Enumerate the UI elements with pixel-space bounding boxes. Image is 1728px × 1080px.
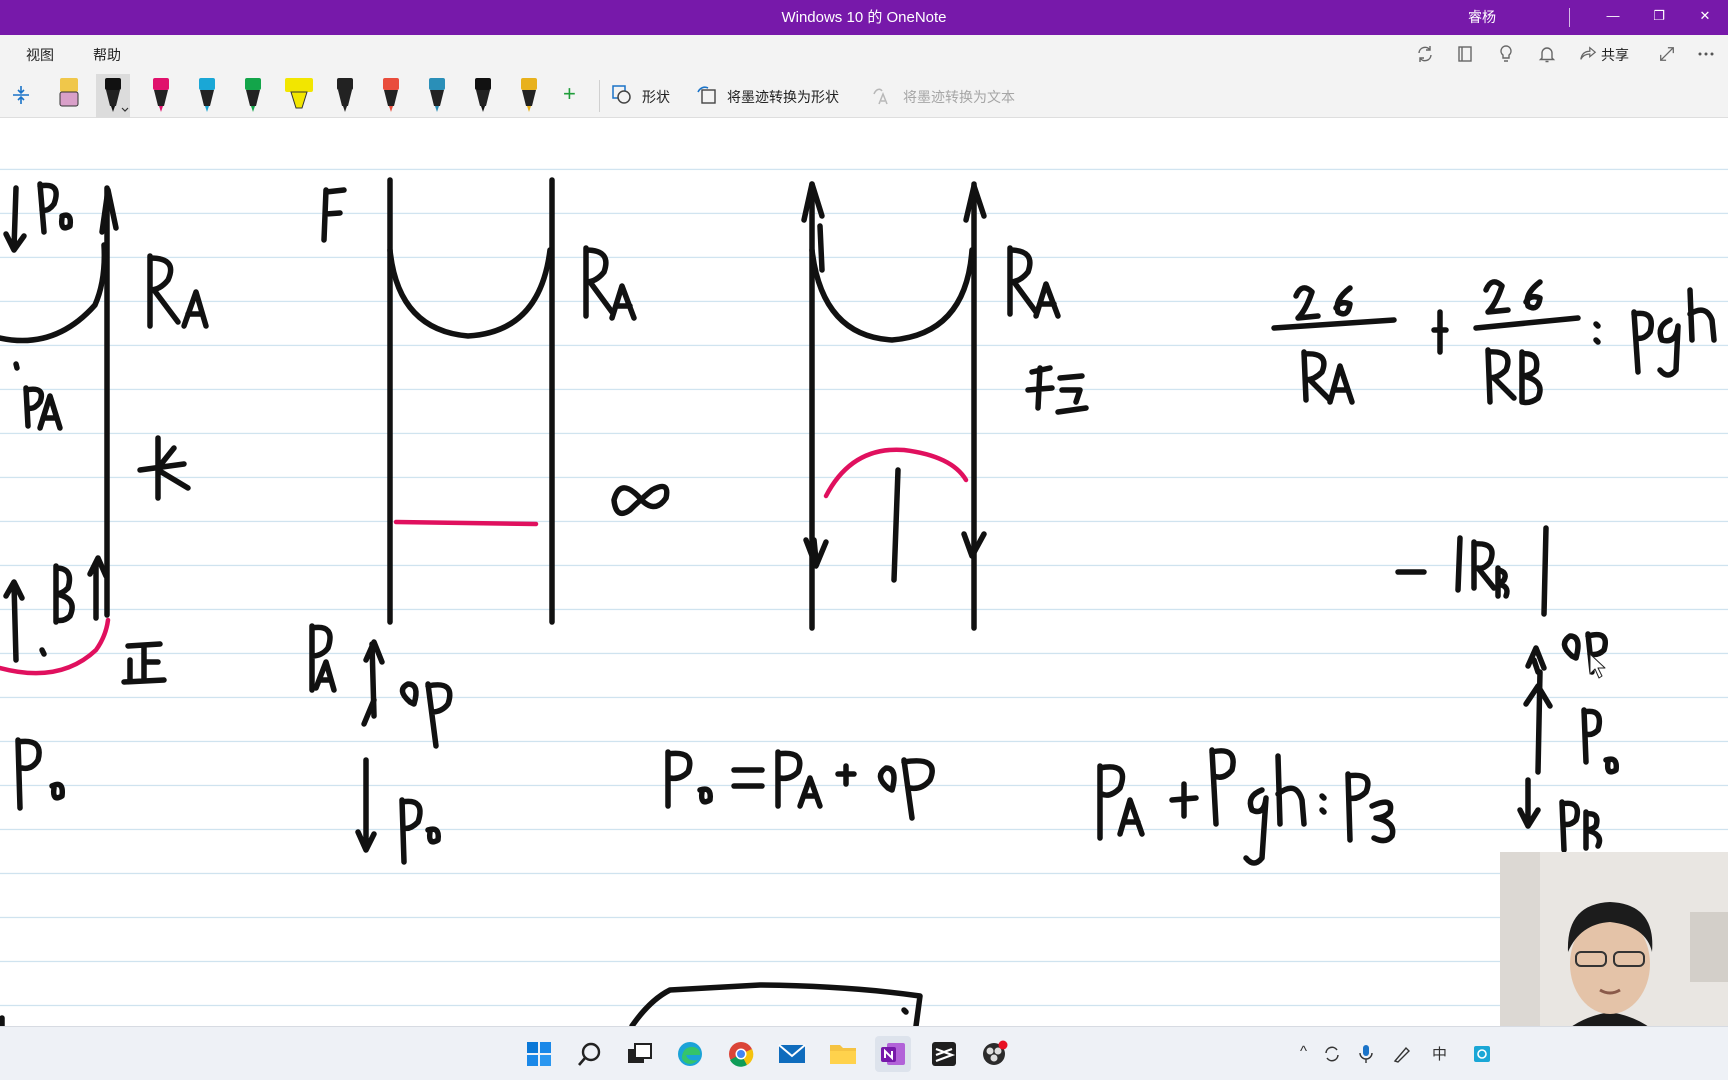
menu-help[interactable]: 帮助 — [93, 45, 121, 65]
restore-button[interactable]: ❐ — [1636, 0, 1682, 35]
obs-icon[interactable] — [976, 1036, 1012, 1072]
microphone-icon[interactable] — [1352, 1040, 1380, 1068]
magenta-pen-tool[interactable] — [144, 74, 178, 118]
cyan-pen-tool[interactable] — [190, 74, 224, 118]
fullscreen-icon[interactable] — [1655, 43, 1679, 65]
user-name[interactable]: 睿杨 — [1468, 0, 1496, 35]
mail-icon[interactable] — [774, 1036, 810, 1072]
file-explorer-icon[interactable] — [825, 1036, 861, 1072]
draw-toolbar: + 形状 将墨迹转换为形状 将墨迹转换为文本 — [0, 72, 1728, 118]
lightbulb-icon[interactable] — [1494, 43, 1518, 65]
yellow-highlighter-tool[interactable] — [282, 74, 316, 118]
handwritten-ink — [0, 177, 1717, 1026]
windows-start-icon[interactable] — [521, 1036, 557, 1072]
black-pencil-tool[interactable] — [466, 74, 500, 118]
title-bar: Windows 10 的 OneNote 睿杨 — ❐ ✕ — [0, 0, 1728, 35]
ink-to-shape-button[interactable]: 将墨迹转换为形状 — [727, 87, 839, 107]
close-button[interactable]: ✕ — [1682, 0, 1728, 35]
note-canvas[interactable] — [0, 119, 1728, 1026]
windows-taskbar: ^ 中 — [0, 1026, 1728, 1080]
green-pen-tool[interactable] — [236, 74, 270, 118]
gold-pen-tool[interactable] — [512, 74, 546, 118]
ink-to-shape-icon[interactable] — [696, 84, 718, 106]
notebook-icon[interactable] — [1453, 43, 1477, 65]
sync-icon[interactable] — [1413, 43, 1437, 65]
ink-to-text-button: 将墨迹转换为文本 — [903, 89, 1015, 105]
toolbar-separator — [599, 80, 600, 112]
pen-menu-icon[interactable] — [1388, 1040, 1416, 1068]
shapes-icon[interactable] — [611, 84, 633, 106]
shapes-button[interactable]: 形状 — [642, 87, 670, 107]
add-pen-button[interactable]: + — [563, 81, 576, 107]
share-button[interactable]: 共享 — [1601, 45, 1629, 65]
onedrive-sync-icon[interactable] — [1318, 1040, 1346, 1068]
ink-to-text-icon — [871, 84, 893, 106]
galaxy-pen-tool[interactable] — [328, 74, 362, 118]
ime-indicator[interactable]: 中 — [1432, 1043, 1447, 1064]
tray-chevron-icon[interactable]: ^ — [1300, 1043, 1307, 1060]
search-icon[interactable] — [572, 1036, 608, 1072]
rainbow-pen-tool[interactable] — [374, 74, 408, 118]
edge-icon[interactable] — [672, 1036, 708, 1072]
eraser-pen-tool[interactable] — [52, 74, 86, 118]
capcut-icon[interactable] — [926, 1036, 962, 1072]
onenote-icon[interactable] — [875, 1036, 911, 1072]
ocean-pen-tool[interactable] — [420, 74, 454, 118]
menu-view[interactable]: 视图 — [26, 45, 54, 65]
share-icon[interactable] — [1576, 43, 1600, 65]
black-pen-selected-tool[interactable] — [96, 74, 130, 118]
menu-bar: 视图 帮助 共享 — [0, 35, 1728, 72]
lasso-expand-icon[interactable] — [10, 84, 32, 106]
notification-icon[interactable] — [1468, 1040, 1496, 1068]
chrome-icon[interactable] — [723, 1036, 759, 1072]
more-icon[interactable] — [1694, 43, 1718, 65]
title-separator — [1569, 8, 1570, 27]
bell-icon[interactable] — [1535, 43, 1559, 65]
task-view-icon[interactable] — [622, 1036, 658, 1072]
minimize-button[interactable]: — — [1590, 0, 1636, 35]
